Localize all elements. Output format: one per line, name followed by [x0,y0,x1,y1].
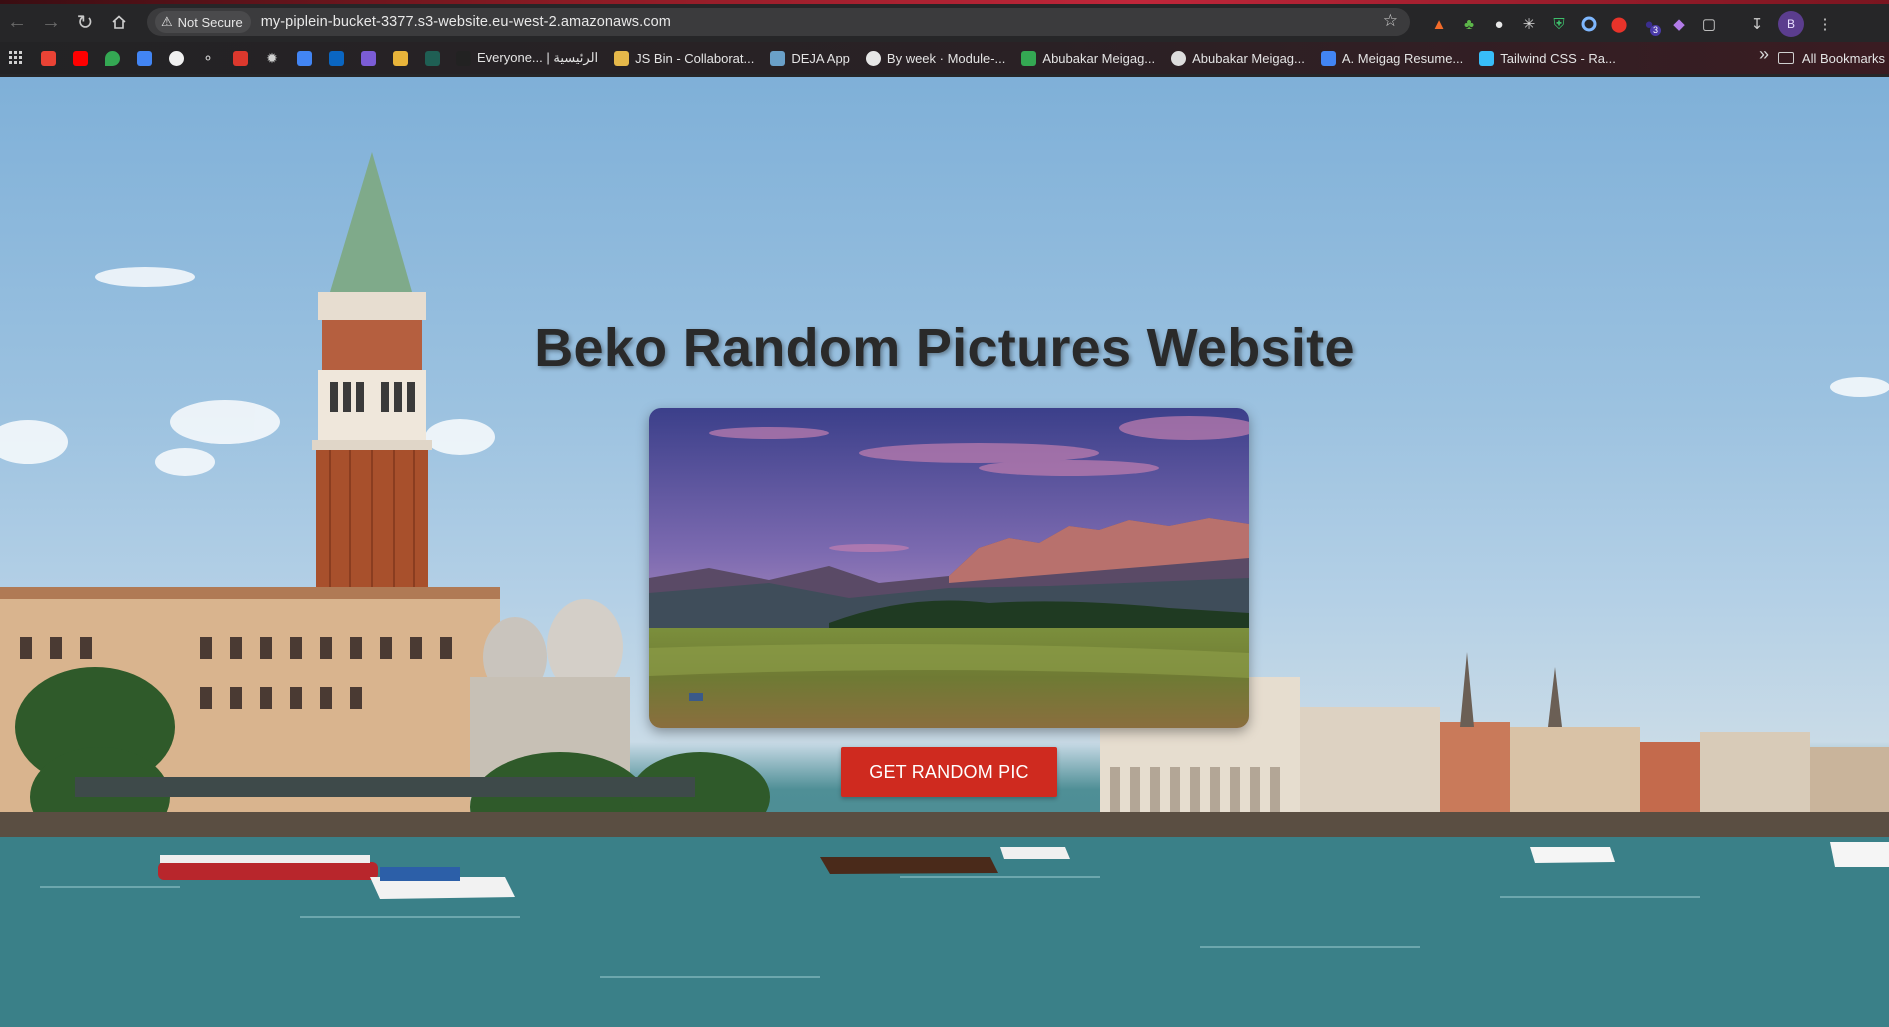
extensions-area: ▲ ♣ ● ✳ ⛨ ⬤ ● 3 ◆ ▢ ↧ B ⋮ [1424,8,1840,40]
bookmark-item[interactable]: Everyone... | الرئيسية [448,44,606,72]
security-chip[interactable]: ⚠ Not Secure [155,11,251,33]
bookmark-item[interactable]: A. Meigag Resume... [1313,44,1471,72]
bookmark-favicon-icon [1021,50,1037,66]
menu-kebab-icon[interactable]: ⋮ [1810,9,1840,39]
extension-shield-icon[interactable]: ⛨ [1544,9,1574,39]
bookmark-item[interactable]: By week · Module-... [858,44,1014,72]
bookmark-favicon-icon [865,50,881,66]
bookmark-favicon-icon [770,50,786,66]
bookmark-favicon-icon [1320,50,1336,66]
bookmark-favicon-icon [456,50,471,66]
folder-icon [1777,52,1794,64]
mountain-landscape-image [649,408,1249,728]
youtube-icon[interactable] [64,44,96,72]
extension-fox-icon[interactable]: ▲ [1424,9,1454,39]
redis-icon[interactable] [224,44,256,72]
bookmark-label: Tailwind CSS - Ra... [1500,50,1616,66]
page-viewport: Beko Random Pictures Website GET RANDOM … [0,77,1889,1027]
extension-react-icon[interactable]: ✳ [1514,9,1544,39]
cube-icon[interactable] [352,44,384,72]
apps-grid-icon[interactable] [0,44,32,72]
bookmark-item[interactable]: Abubakar Meigag... [1013,44,1163,72]
translate-icon[interactable] [128,44,160,72]
download-icon[interactable]: ↧ [1742,9,1772,39]
bookmark-favicon-icon [614,50,630,66]
address-bar[interactable]: ⚠ Not Secure my-piplein-bucket-3377.s3-w… [147,8,1410,36]
github-icon[interactable] [160,44,192,72]
profile-avatar[interactable]: B [1778,11,1804,37]
browser-toolbar: ← → ↻ ⚠ Not Secure my-piplein-bucket-337… [0,4,1889,40]
linkedin-icon[interactable] [320,44,352,72]
security-label: Not Secure [177,14,243,30]
bookmark-label: JS Bin - Collaborat... [635,50,755,66]
random-picture [649,408,1249,728]
extension-badge-icon[interactable]: ● 3 [1634,9,1664,39]
warning-icon: ⚠ [161,14,173,29]
back-icon[interactable]: ← [0,7,34,37]
all-bookmarks-label: All Bookmarks [1801,50,1885,66]
extension-badge-count: 3 [1649,25,1661,36]
bookmark-item[interactable]: JS Bin - Collaborat... [606,44,762,72]
extension-color-ring-icon[interactable] [1574,9,1604,39]
bookmark-label: By week · Module-... [886,50,1006,66]
page-title: Beko Random Pictures Website [534,318,1355,378]
extensions-puzzle-icon[interactable]: ▢ [1694,9,1724,39]
planet-icon[interactable]: ⚬ [192,44,224,72]
bookmark-item[interactable]: Tailwind CSS - Ra... [1471,44,1624,72]
maps-icon[interactable] [96,44,128,72]
get-random-pic-button[interactable]: GET RANDOM PIC [841,747,1057,797]
docs-icon[interactable] [288,44,320,72]
bookmark-label: Everyone... | الرئيسية [477,50,599,65]
box-icon[interactable] [384,44,416,72]
extension-tree-icon[interactable]: ♣ [1454,9,1484,39]
bookmark-label: Abubakar Meigag... [1042,50,1156,66]
reload-icon[interactable]: ↻ [68,7,102,37]
bookmark-item[interactable]: Abubakar Meigag... [1163,44,1313,72]
bookmark-label: A. Meigag Resume... [1341,50,1464,66]
url-text[interactable]: my-piplein-bucket-3377.s3-website.eu-wes… [261,14,671,30]
bookmarks-bar: ⚬ ✹ Everyone... | الرئيسية JS Bin - Coll… [0,42,1889,74]
more-bookmarks-chevron-icon[interactable]: » [1759,44,1769,65]
openai-icon[interactable]: ✹ [256,44,288,72]
codecademy-icon[interactable] [416,44,448,72]
extension-ghost-icon[interactable]: ● [1484,9,1514,39]
extension-red-icon[interactable]: ⬤ [1604,9,1634,39]
extension-purple-icon[interactable]: ◆ [1664,9,1694,39]
bookmark-favicon-icon [1171,50,1187,66]
bookmark-label: Abubakar Meigag... [1192,50,1305,66]
bookmark-star-icon[interactable]: ☆ [1383,11,1398,31]
forward-icon[interactable]: → [34,7,68,37]
bookmark-favicon-icon [1479,50,1495,66]
gmail-icon[interactable] [32,44,64,72]
bookmark-item[interactable]: DEJA App [762,44,858,72]
home-icon[interactable] [102,7,136,37]
bookmark-label: DEJA App [791,50,850,66]
browser-chrome: ← → ↻ ⚠ Not Secure my-piplein-bucket-337… [0,0,1889,77]
all-bookmarks-folder[interactable]: All Bookmarks [1777,42,1889,74]
